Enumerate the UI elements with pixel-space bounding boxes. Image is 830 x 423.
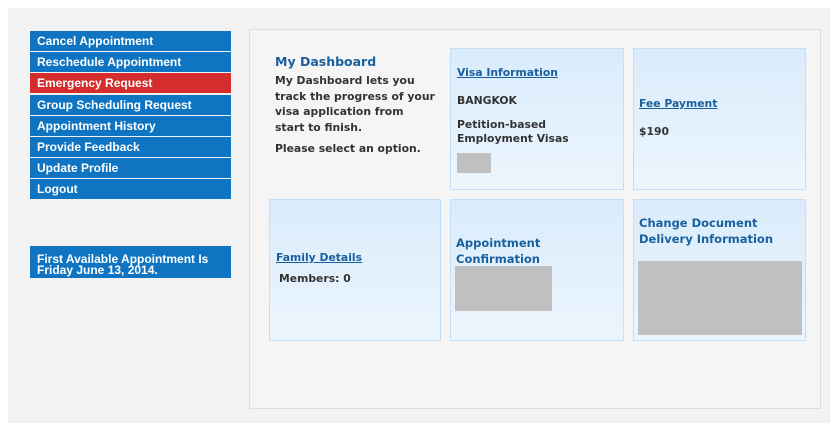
visa-type: Petition-based Employment Visas — [457, 118, 569, 145]
sidebar-item-provide-feedback[interactable]: Provide Feedback — [30, 136, 231, 157]
appointment-confirmation-card[interactable]: Appointment Confirmation — [450, 199, 624, 341]
dashboard-prompt: Please select an option. — [275, 142, 421, 155]
dashboard-description: My Dashboard lets you track the progress… — [275, 74, 435, 134]
family-details-link[interactable]: Family Details — [276, 251, 362, 264]
sidebar-item-group-scheduling-request[interactable]: Group Scheduling Request — [30, 94, 231, 115]
visa-image-placeholder — [457, 153, 491, 173]
sidebar-item-reschedule-appointment[interactable]: Reschedule Appointment — [30, 52, 231, 73]
sidebar-item-update-profile[interactable]: Update Profile — [30, 158, 231, 179]
sidebar-item-emergency-request[interactable]: Emergency Request — [30, 73, 231, 94]
sidebar-item-appointment-history[interactable]: Appointment History — [30, 115, 231, 136]
visa-information-card: Visa Information BANGKOK Petition-based … — [450, 48, 624, 190]
visa-city: BANGKOK — [457, 94, 517, 107]
appointment-confirmation-title: Appointment Confirmation — [456, 236, 541, 266]
notice-line-2: Friday June 13, 2014. — [37, 263, 158, 277]
dashboard-intro: My Dashboard My Dashboard lets you track… — [275, 54, 435, 155]
page-title: My Dashboard — [275, 54, 377, 69]
sidebar-menu: Cancel Appointment Reschedule Appointmen… — [30, 31, 231, 201]
fee-payment-card: Fee Payment $190 — [633, 48, 806, 190]
visa-information-link[interactable]: Visa Information — [457, 66, 558, 79]
family-details-card: Family Details Members: 0 — [269, 199, 441, 341]
fee-payment-link[interactable]: Fee Payment — [639, 97, 717, 110]
document-delivery-title: Change Document Delivery Information — [639, 216, 774, 246]
sidebar-item-logout[interactable]: Logout — [30, 179, 231, 200]
delivery-image-placeholder — [638, 261, 802, 335]
family-members-count: Members: 0 — [279, 272, 351, 285]
first-available-appointment-notice: First Available Appointment Is Friday Ju… — [30, 246, 231, 278]
fee-amount: $190 — [639, 125, 670, 138]
appointment-image-placeholder — [455, 266, 552, 311]
document-delivery-card[interactable]: Change Document Delivery Information — [633, 199, 806, 341]
sidebar-item-cancel-appointment[interactable]: Cancel Appointment — [30, 31, 231, 51]
